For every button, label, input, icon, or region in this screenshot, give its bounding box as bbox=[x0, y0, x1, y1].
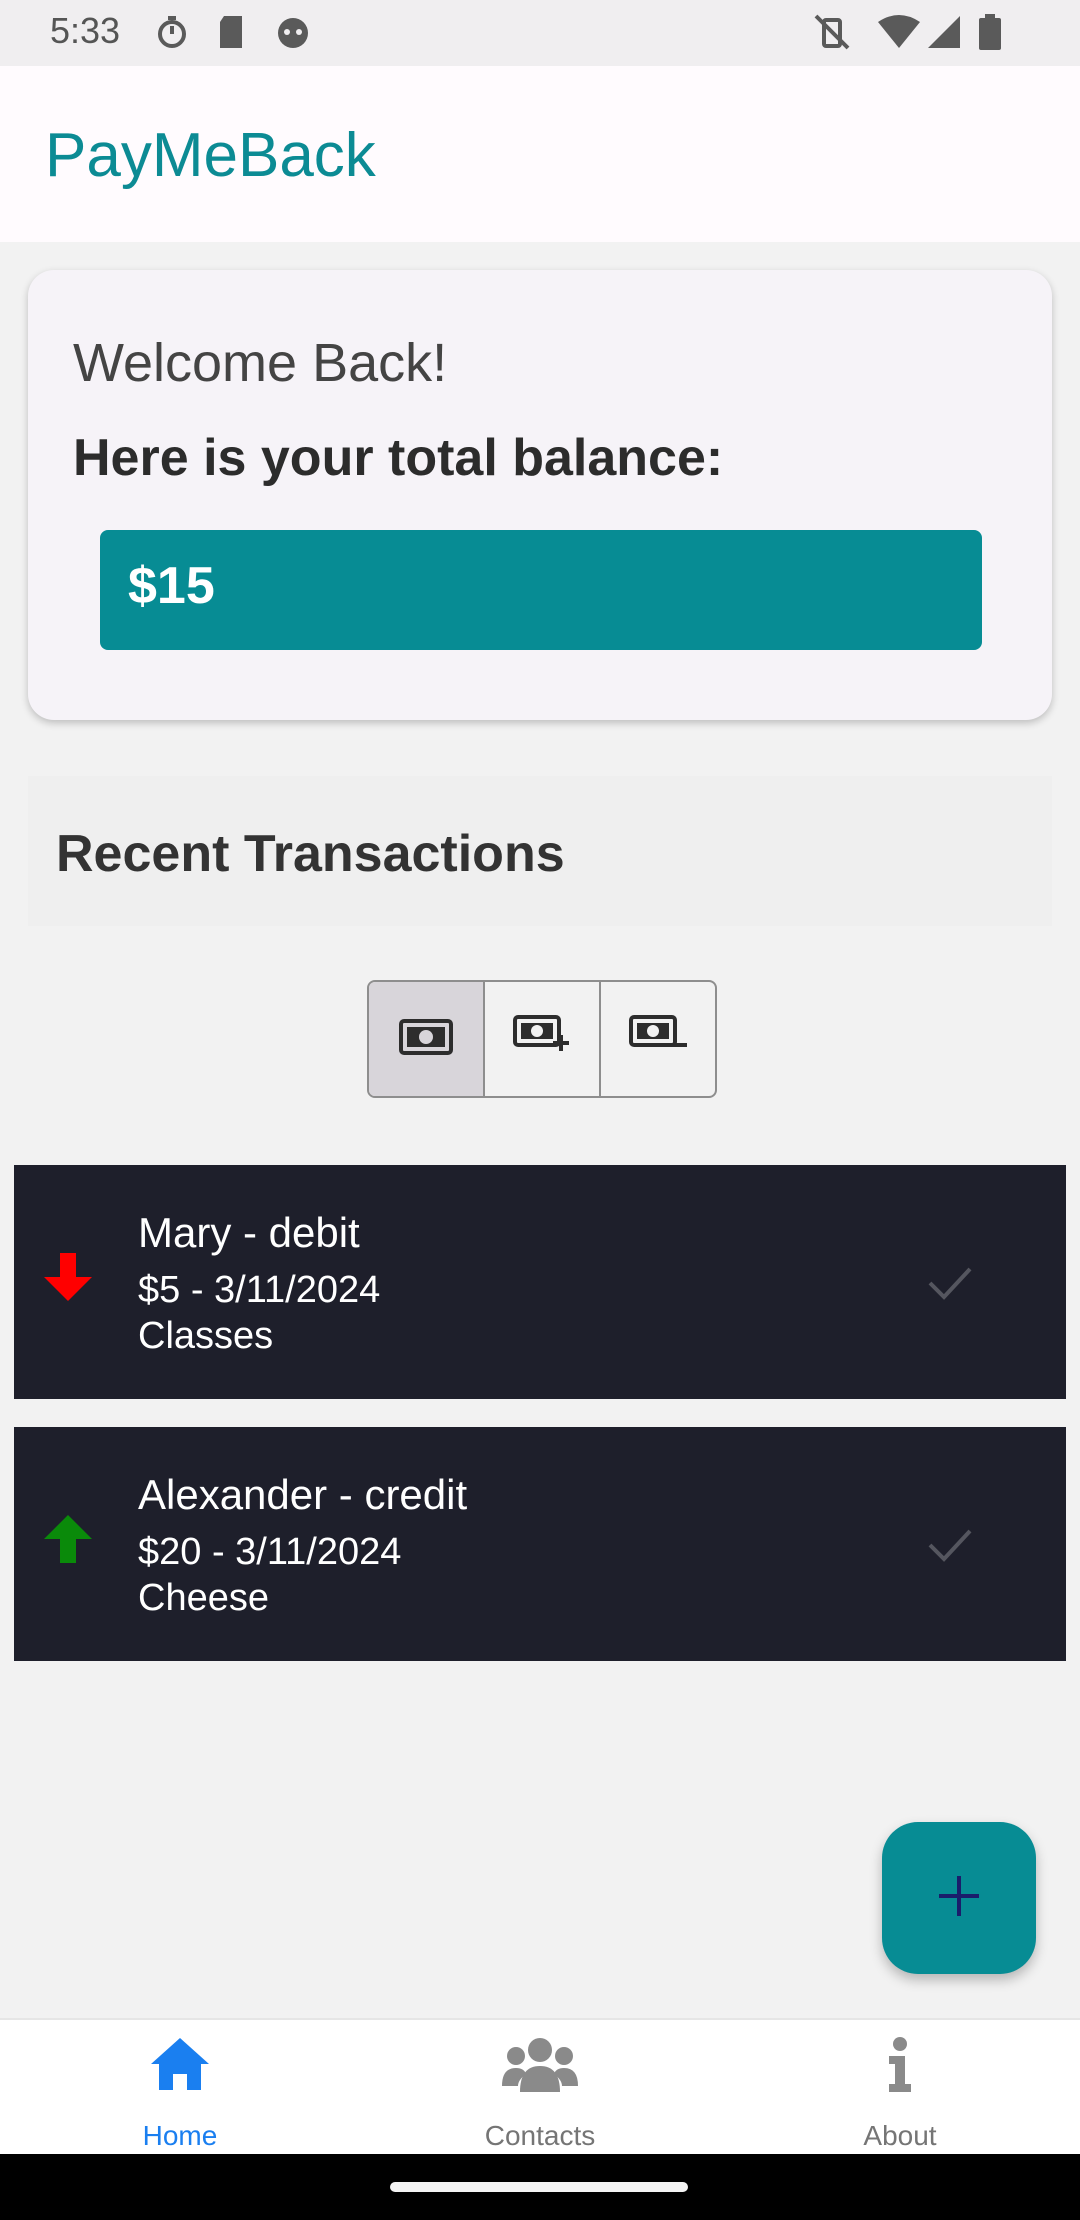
balance-value: $15 bbox=[128, 557, 215, 615]
stopwatch-icon bbox=[154, 14, 190, 55]
balance-box: $15 bbox=[100, 530, 982, 650]
nav-label: About bbox=[863, 2120, 937, 2151]
android-debug-icon bbox=[274, 14, 312, 55]
balance-label: Here is your total balance: bbox=[73, 429, 724, 487]
section-title: Recent Transactions bbox=[56, 825, 565, 883]
filter-all-button[interactable] bbox=[369, 982, 485, 1096]
transaction-note: Cheese bbox=[138, 1577, 269, 1619]
info-icon bbox=[885, 2036, 915, 2099]
nav-label: Contacts bbox=[484, 2120, 596, 2151]
nav-label: Home bbox=[142, 2120, 218, 2151]
nav-contacts[interactable]: Contacts bbox=[360, 2020, 720, 2156]
app-bar: PayMeBack bbox=[0, 66, 1080, 242]
transaction-note: Classes bbox=[138, 1315, 274, 1357]
filter-credit-button[interactable] bbox=[485, 982, 601, 1096]
welcome-text: Welcome Back! bbox=[73, 333, 448, 393]
nav-about[interactable]: About bbox=[720, 2020, 1080, 2156]
sd-card-icon bbox=[216, 14, 246, 55]
contacts-icon bbox=[502, 2036, 578, 2099]
status-time: 5:33 bbox=[50, 10, 121, 51]
transaction-amount-date: $5 - 3/11/2024 bbox=[138, 1269, 381, 1311]
home-icon bbox=[149, 2036, 211, 2097]
status-bar: 5:33 bbox=[0, 0, 1080, 66]
cell-signal-icon bbox=[926, 14, 962, 55]
transaction-title: Alexander - credit bbox=[138, 1471, 468, 1518]
nav-home[interactable]: Home bbox=[0, 2020, 360, 2156]
transaction-item[interactable]: Mary - debit $5 - 3/11/2024 Classes bbox=[14, 1165, 1066, 1399]
transaction-title: Mary - debit bbox=[138, 1209, 360, 1256]
transaction-amount-date: $20 - 3/11/2024 bbox=[138, 1531, 402, 1573]
add-transaction-button[interactable] bbox=[882, 1822, 1036, 1974]
transaction-filter bbox=[367, 980, 717, 1098]
battery-icon bbox=[978, 14, 1002, 55]
check-icon[interactable] bbox=[912, 1257, 988, 1314]
home-handle[interactable] bbox=[390, 2182, 688, 2192]
gesture-bar bbox=[0, 2154, 1080, 2220]
bottom-navigation: Home Contacts About bbox=[0, 2018, 1080, 2156]
check-icon[interactable] bbox=[912, 1519, 988, 1576]
filter-debit-button[interactable] bbox=[601, 982, 715, 1096]
balance-card: Welcome Back! Here is your total balance… bbox=[28, 270, 1052, 720]
money-remove-icon bbox=[629, 1013, 687, 1066]
transaction-item[interactable]: Alexander - credit $20 - 3/11/2024 Chees… bbox=[14, 1427, 1066, 1661]
muted-vibrate-icon bbox=[812, 14, 852, 55]
arrow-up-icon bbox=[40, 1513, 96, 1570]
money-icon bbox=[399, 1018, 453, 1060]
arrow-down-icon bbox=[40, 1251, 96, 1308]
app-title: PayMeBack bbox=[45, 121, 376, 190]
money-add-icon bbox=[513, 1013, 571, 1066]
recent-transactions-header: Recent Transactions bbox=[28, 776, 1052, 926]
plus-icon bbox=[937, 1874, 981, 1923]
wifi-icon bbox=[878, 14, 920, 55]
